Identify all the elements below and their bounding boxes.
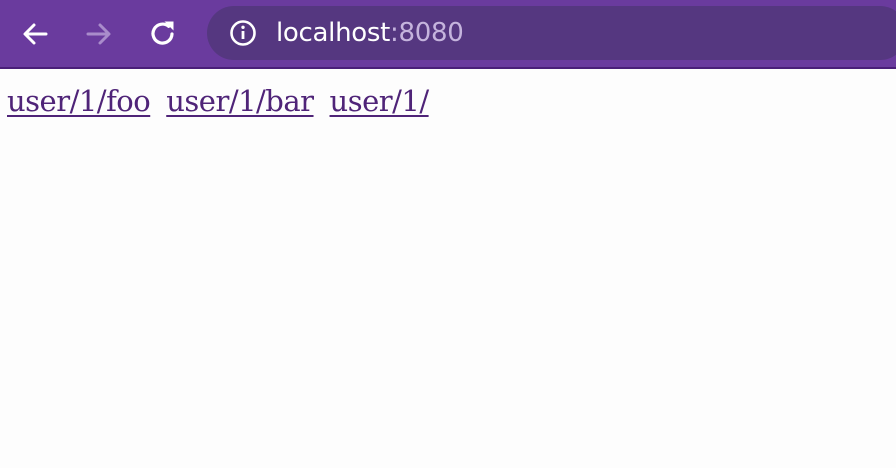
link-user-1-foo[interactable]: user/1/foo [7, 84, 151, 118]
page-content: user/1/foo user/1/bar user/1/ [7, 84, 445, 118]
address-port: :8080 [390, 18, 464, 48]
reload-button[interactable] [142, 13, 184, 55]
reload-icon [148, 19, 178, 49]
address-bar[interactable]: localhost:8080 [207, 6, 896, 60]
address-host: localhost [276, 18, 391, 48]
link-user-1[interactable]: user/1/ [330, 84, 430, 118]
back-button[interactable] [14, 13, 56, 55]
address-url: localhost:8080 [276, 18, 464, 48]
link-user-1-bar[interactable]: user/1/bar [166, 84, 314, 118]
browser-toolbar: localhost:8080 [0, 0, 896, 69]
info-icon[interactable] [229, 19, 257, 47]
back-arrow-icon [21, 20, 49, 48]
forward-arrow-icon [85, 20, 113, 48]
forward-button[interactable] [78, 13, 120, 55]
